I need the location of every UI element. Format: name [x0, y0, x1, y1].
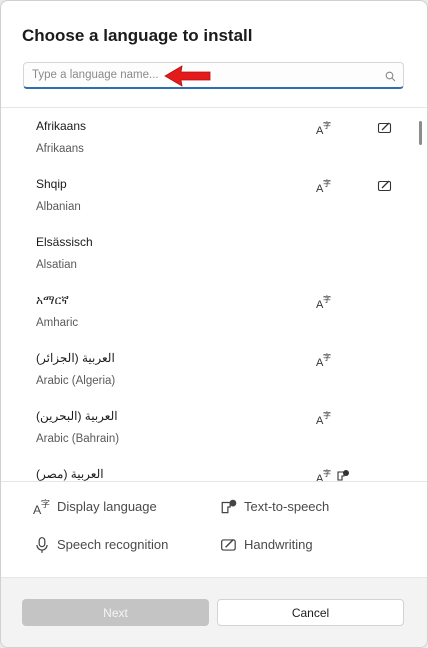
language-item-albanian[interactable]: Shqip Albanian A 字 — [1, 166, 411, 224]
language-native-name: Afrikaans — [36, 119, 87, 133]
microphone-icon — [36, 537, 48, 553]
next-button[interactable]: Next — [22, 599, 209, 626]
language-item-arabic-egypt[interactable]: العربية (مصر) A 字 — [1, 456, 411, 481]
legend-label: Text-to-speech — [244, 499, 330, 514]
language-native-name: العربية (البحرين) — [36, 409, 118, 423]
svg-text:字: 字 — [323, 468, 331, 478]
display-language-icon: A 字 — [316, 120, 331, 136]
svg-text:字: 字 — [323, 120, 331, 130]
language-native-name: Elsässisch — [36, 235, 93, 249]
legend-handwriting: Handwriting — [220, 535, 370, 555]
list-scrollbar[interactable] — [419, 121, 422, 145]
handwriting-icon — [377, 180, 392, 192]
dialog-title: Choose a language to install — [22, 26, 253, 45]
language-item-arabic-bahrain[interactable]: العربية (البحرين) Arabic (Bahrain) A 字 — [1, 398, 411, 456]
language-english-name: Afrikaans — [36, 143, 84, 155]
language-native-name: አማርኛ — [36, 293, 69, 307]
language-native-name: Shqip — [36, 177, 67, 191]
display-language-icon: A 字 — [316, 410, 331, 426]
legend-text-to-speech: Text-to-speech — [220, 497, 370, 517]
annotation-arrow-icon — [164, 65, 211, 87]
svg-text:字: 字 — [41, 498, 50, 509]
text-to-speech-icon — [221, 499, 237, 514]
language-native-name: العربية (الجزائر) — [36, 351, 115, 365]
display-language-icon: A 字 — [316, 468, 331, 481]
language-item-alsatian[interactable]: Elsässisch Alsatian — [1, 224, 411, 282]
handwriting-icon — [221, 538, 236, 551]
cancel-button[interactable]: Cancel — [217, 599, 404, 626]
display-language-icon: A 字 — [316, 352, 331, 368]
language-search-box[interactable] — [23, 62, 404, 89]
svg-text:字: 字 — [323, 294, 331, 304]
search-icon — [385, 69, 396, 87]
language-english-name: Amharic — [36, 317, 79, 329]
svg-text:字: 字 — [323, 178, 331, 188]
display-language-icon: A 字 — [316, 294, 331, 310]
legend-label: Speech recognition — [57, 537, 169, 552]
divider — [1, 481, 427, 482]
display-language-icon: A 字 — [316, 178, 331, 194]
language-english-name: Arabic (Bahrain) — [36, 433, 120, 445]
language-item-afrikaans[interactable]: Afrikaans Afrikaans A 字 — [1, 108, 411, 166]
language-native-name: العربية (مصر) — [36, 467, 104, 481]
legend-label: Display language — [57, 499, 157, 514]
handwriting-icon — [377, 122, 392, 134]
language-list[interactable]: Afrikaans Afrikaans A 字 Shqip Albanian A… — [1, 108, 427, 481]
legend-label: Handwriting — [244, 537, 313, 552]
text-to-speech-icon — [337, 470, 349, 481]
language-english-name: Alsatian — [36, 259, 77, 271]
svg-text:字: 字 — [323, 410, 331, 420]
language-item-arabic-algeria[interactable]: العربية (الجزائر) Arabic (Algeria) A 字 — [1, 340, 411, 398]
language-item-amharic[interactable]: አማርኛ Amharic A 字 — [1, 282, 411, 340]
language-english-name: Arabic (Algeria) — [36, 375, 116, 387]
legend-display-language: A 字 Display language — [33, 497, 193, 517]
dialog-footer: Next Cancel — [1, 577, 427, 647]
language-english-name: Albanian — [36, 201, 81, 213]
display-language-icon: A 字 — [33, 498, 50, 516]
install-language-dialog: Choose a language to install Afrikaans A… — [0, 0, 428, 648]
svg-text:字: 字 — [323, 352, 331, 362]
legend-speech-recognition: Speech recognition — [33, 535, 203, 555]
